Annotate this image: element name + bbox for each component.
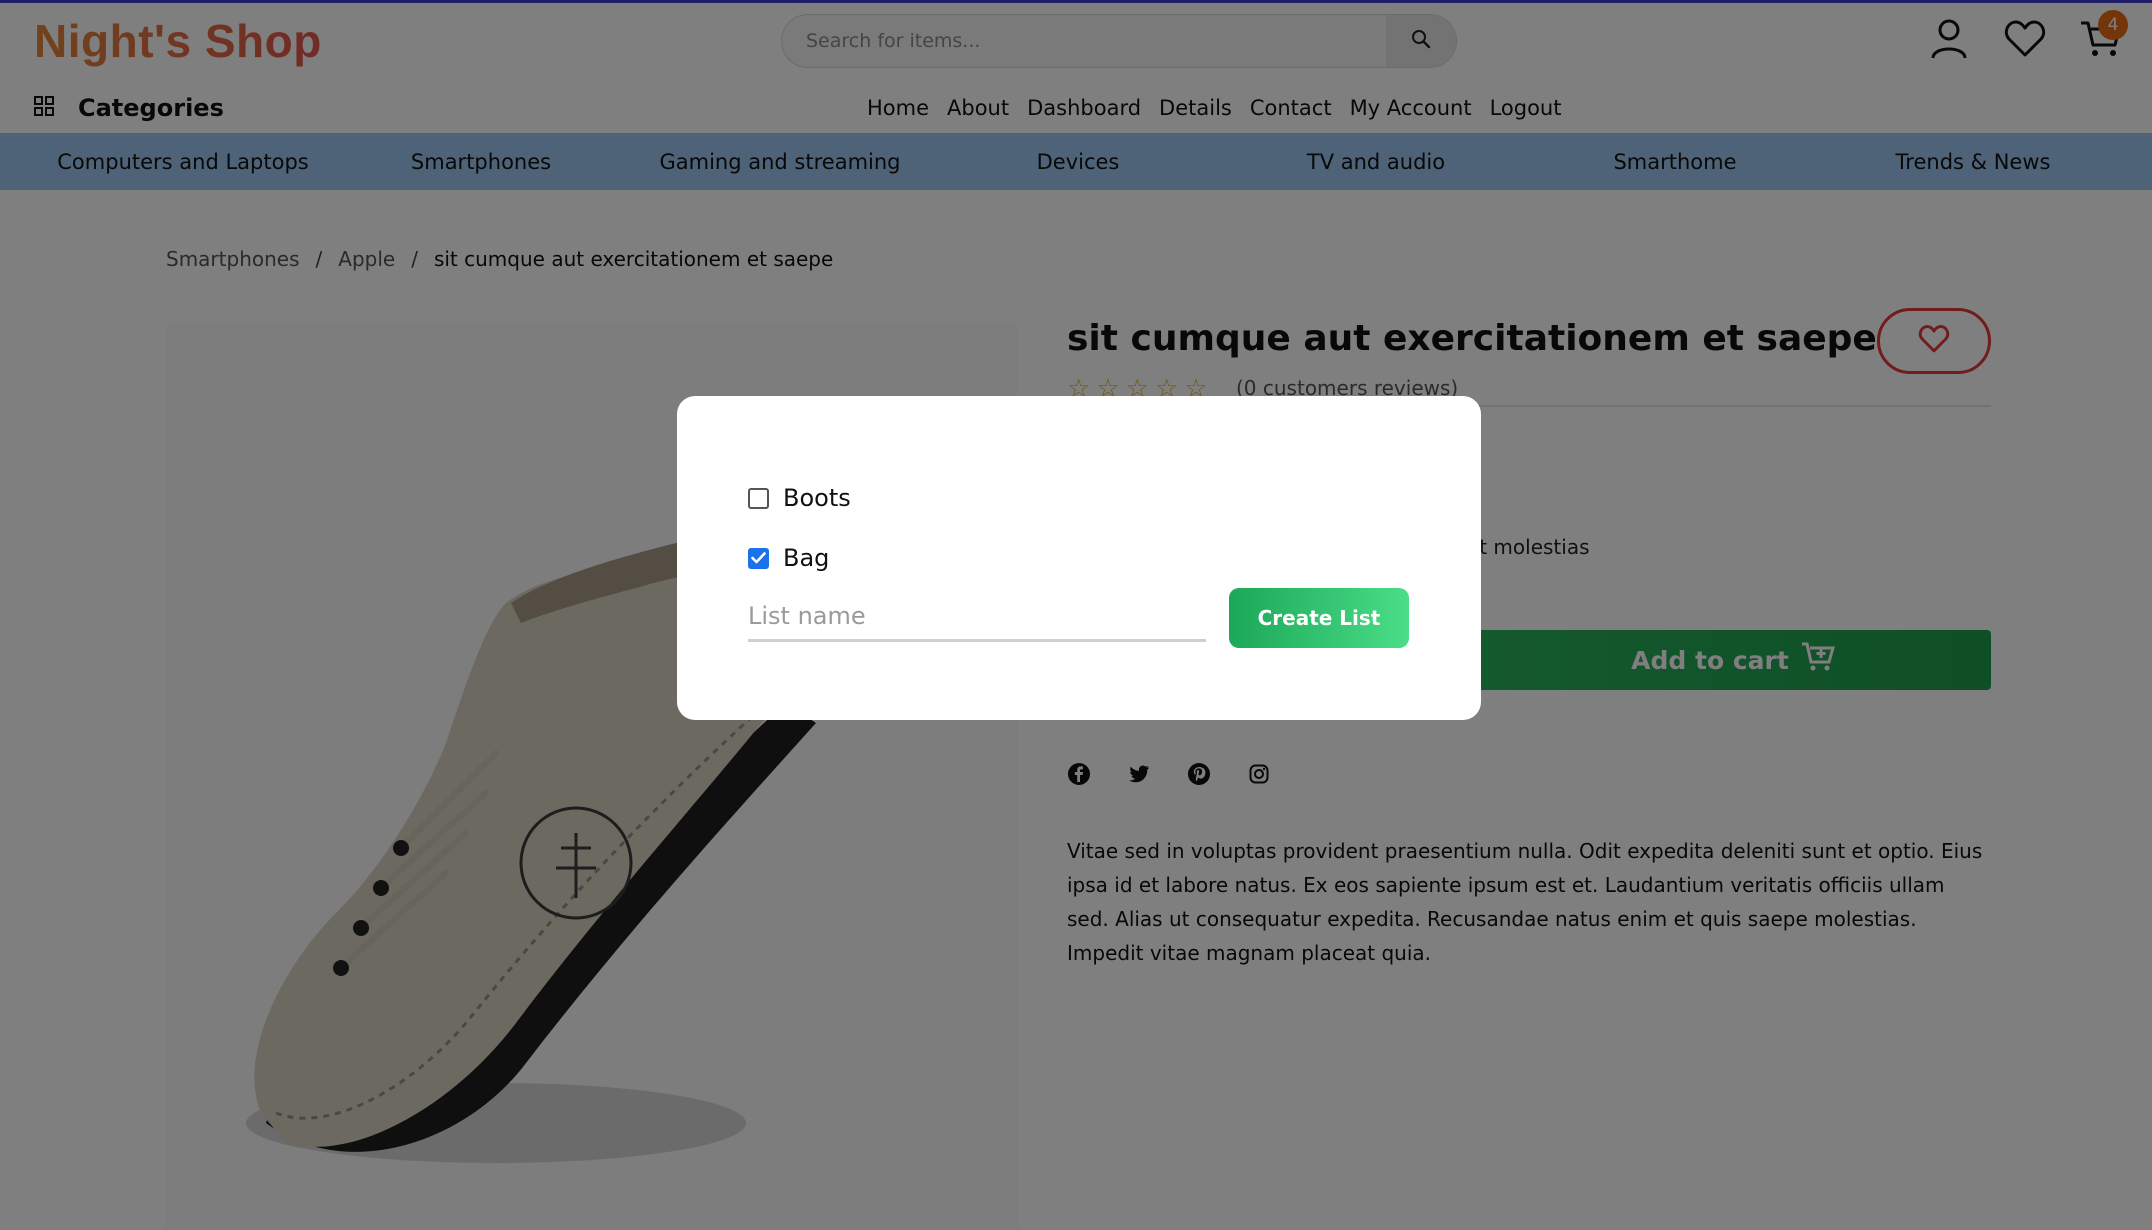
list-option-bag[interactable]: Bag [748, 544, 829, 572]
add-to-list-modal: Boots Bag Create List [677, 396, 1481, 720]
checkbox-boots[interactable] [748, 487, 769, 509]
list-name-input[interactable] [748, 592, 1206, 642]
list-option-label: Bag [783, 544, 830, 572]
create-list-button[interactable]: Create List [1229, 588, 1409, 648]
list-option-boots[interactable]: Boots [748, 484, 851, 512]
list-option-label: Boots [783, 484, 851, 512]
checkbox-bag[interactable] [748, 547, 769, 569]
